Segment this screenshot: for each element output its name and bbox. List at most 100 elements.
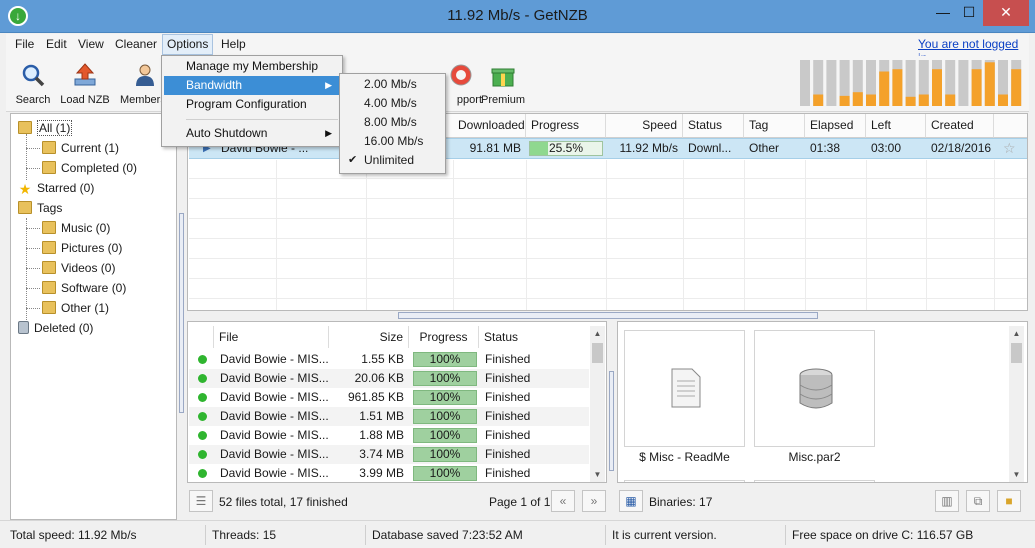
tree-item-videos[interactable]: Videos (0)	[42, 261, 115, 275]
copy-icon[interactable]: ⧉	[966, 490, 990, 512]
column-file[interactable]: File	[214, 326, 329, 348]
menu-file[interactable]: File	[12, 37, 37, 51]
menu-item-configuration[interactable]: Program Configuration	[164, 95, 340, 114]
bandwidth-option[interactable]: 2.00 Mb/s	[342, 75, 443, 94]
list-view-icon[interactable]: ☰	[189, 490, 213, 512]
tree-item-all[interactable]: All (1)	[18, 120, 73, 136]
graph-bar	[945, 94, 956, 106]
column-speed[interactable]: Speed	[606, 114, 683, 138]
tree-item-pictures[interactable]: Pictures (0)	[42, 241, 122, 255]
column-elapsed[interactable]: Elapsed	[805, 114, 866, 138]
column-progress[interactable]: Progress	[409, 326, 479, 348]
file-progress: 100%	[413, 409, 477, 424]
table-row[interactable]: David Bowie - MIS... 3.99 MB 100% Finished	[189, 464, 589, 482]
column-downloaded[interactable]: Downloaded	[453, 114, 526, 138]
table-row[interactable]: David Bowie - MIS... 1.88 MB 100% Finished	[189, 426, 589, 445]
text-file-icon	[671, 368, 701, 408]
table-row[interactable]: David Bowie - MIS... 3.74 MB 100% Finished	[189, 445, 589, 464]
binaries-scrollbar[interactable]: ▲ ▼	[1009, 326, 1024, 482]
prev-page-button[interactable]: «	[551, 490, 575, 512]
tree-item-music[interactable]: Music (0)	[42, 221, 110, 235]
folder-icon	[42, 261, 56, 274]
graph-bar-background	[826, 60, 837, 106]
star-icon: ★	[18, 181, 32, 197]
tree-item-other[interactable]: Other (1)	[42, 301, 109, 315]
tree-item-completed[interactable]: Completed (0)	[42, 161, 137, 175]
menu-options[interactable]: Options	[162, 34, 214, 55]
menu-item-auto-shutdown[interactable]: Auto Shutdown ▶	[164, 124, 340, 143]
graph-bar	[932, 69, 942, 106]
bandwidth-option[interactable]: 4.00 Mb/s	[342, 94, 443, 113]
menu-item-bandwidth[interactable]: Bandwidth ▶	[164, 76, 340, 95]
column-left[interactable]: Left	[866, 114, 926, 138]
menu-view[interactable]: View	[75, 37, 107, 51]
graph-bar	[852, 92, 863, 106]
menu-edit[interactable]: Edit	[43, 37, 70, 51]
open-folder-icon[interactable]: ■	[997, 490, 1021, 512]
binary-item[interactable]	[754, 330, 875, 447]
row-tag: Other	[749, 141, 780, 155]
binary-item[interactable]	[624, 330, 745, 447]
file-status: Finished	[485, 371, 531, 385]
premium-button[interactable]: Premium	[476, 58, 530, 106]
column-size[interactable]: Size	[329, 326, 409, 348]
close-button[interactable]: ✕	[983, 0, 1029, 26]
bandwidth-option-unlimited[interactable]: ✔ Unlimited	[342, 151, 443, 170]
table-row[interactable]: David Bowie - MIS... 1.55 KB 100% Finished	[189, 350, 589, 369]
middle-splitter[interactable]	[608, 321, 616, 483]
column-tag[interactable]: Tag	[744, 114, 805, 138]
graph-bar	[984, 62, 995, 106]
bandwidth-option[interactable]: 16.00 Mb/s	[342, 132, 443, 151]
bandwidth-option[interactable]: 8.00 Mb/s	[342, 113, 443, 132]
column-progress[interactable]: Progress	[526, 114, 606, 138]
status-threads: Threads: 15	[206, 525, 366, 545]
menu-help[interactable]: Help	[218, 37, 249, 51]
table-row[interactable]: David Bowie - MIS... 20.06 KB 100% Finished	[189, 369, 589, 388]
row-left: 03:00	[871, 141, 902, 155]
graph-bar	[998, 94, 1008, 106]
folder-icon	[42, 281, 56, 294]
file-progress: 100%	[413, 447, 477, 462]
status-dot-icon	[198, 412, 207, 421]
status-version: It is current version.	[606, 525, 786, 545]
folder-icon	[42, 161, 56, 174]
row-downloaded: 91.81 MB	[469, 141, 521, 155]
tree-item-starred[interactable]: ★ Starred (0)	[18, 181, 95, 197]
status-dot-icon	[198, 393, 207, 402]
file-progress: 100%	[413, 390, 477, 405]
title-bar: ↓ 11.92 Mb/s - GetNZB — ☐ ✕	[0, 0, 1035, 33]
trash-icon	[18, 321, 29, 334]
horizontal-splitter[interactable]	[398, 312, 818, 319]
table-row[interactable]: David Bowie - MIS... 961.85 KB 100% Finishe…	[189, 388, 589, 407]
graph-bar	[1011, 69, 1022, 106]
load-nzb-button[interactable]: Load NZB	[58, 58, 112, 106]
folder-icon	[18, 121, 32, 134]
column-created[interactable]: Created	[926, 114, 994, 138]
tree-item-tags[interactable]: Tags	[18, 201, 62, 215]
tree-item-deleted[interactable]: Deleted (0)	[18, 321, 93, 335]
file-progress: 100%	[413, 371, 477, 386]
star-icon[interactable]: ☆	[998, 139, 1021, 158]
table-row[interactable]: David Bowie - MIS... 1.51 MB 100% Finished	[189, 407, 589, 426]
minimize-button[interactable]: —	[930, 0, 956, 26]
tree-item-current[interactable]: Current (1)	[42, 141, 119, 155]
next-page-button[interactable]: »	[582, 490, 606, 512]
columns-icon[interactable]: ▥	[935, 490, 959, 512]
folder-icon	[42, 221, 56, 234]
search-button[interactable]: Search	[6, 58, 60, 106]
maximize-button[interactable]: ☐	[956, 0, 982, 26]
column-status[interactable]: Status	[683, 114, 744, 138]
tree-item-software[interactable]: Software (0)	[42, 281, 126, 295]
membership-button[interactable]: Members	[116, 58, 166, 106]
file-status: Finished	[485, 428, 531, 442]
category-tree: All (1) Current (1) Completed (0) ★ Starr…	[10, 113, 177, 520]
menu-item-membership[interactable]: Manage my Membership	[164, 57, 340, 76]
left-splitter[interactable]	[178, 113, 186, 520]
grid-view-icon[interactable]: ▦	[619, 490, 643, 512]
menu-cleaner[interactable]: Cleaner	[112, 37, 160, 51]
column-status[interactable]: Status	[479, 326, 589, 348]
graph-bar	[971, 69, 982, 106]
user-icon	[136, 64, 154, 86]
checkmark-icon: ✔	[348, 154, 358, 166]
files-scrollbar[interactable]: ▲ ▼	[590, 326, 605, 482]
